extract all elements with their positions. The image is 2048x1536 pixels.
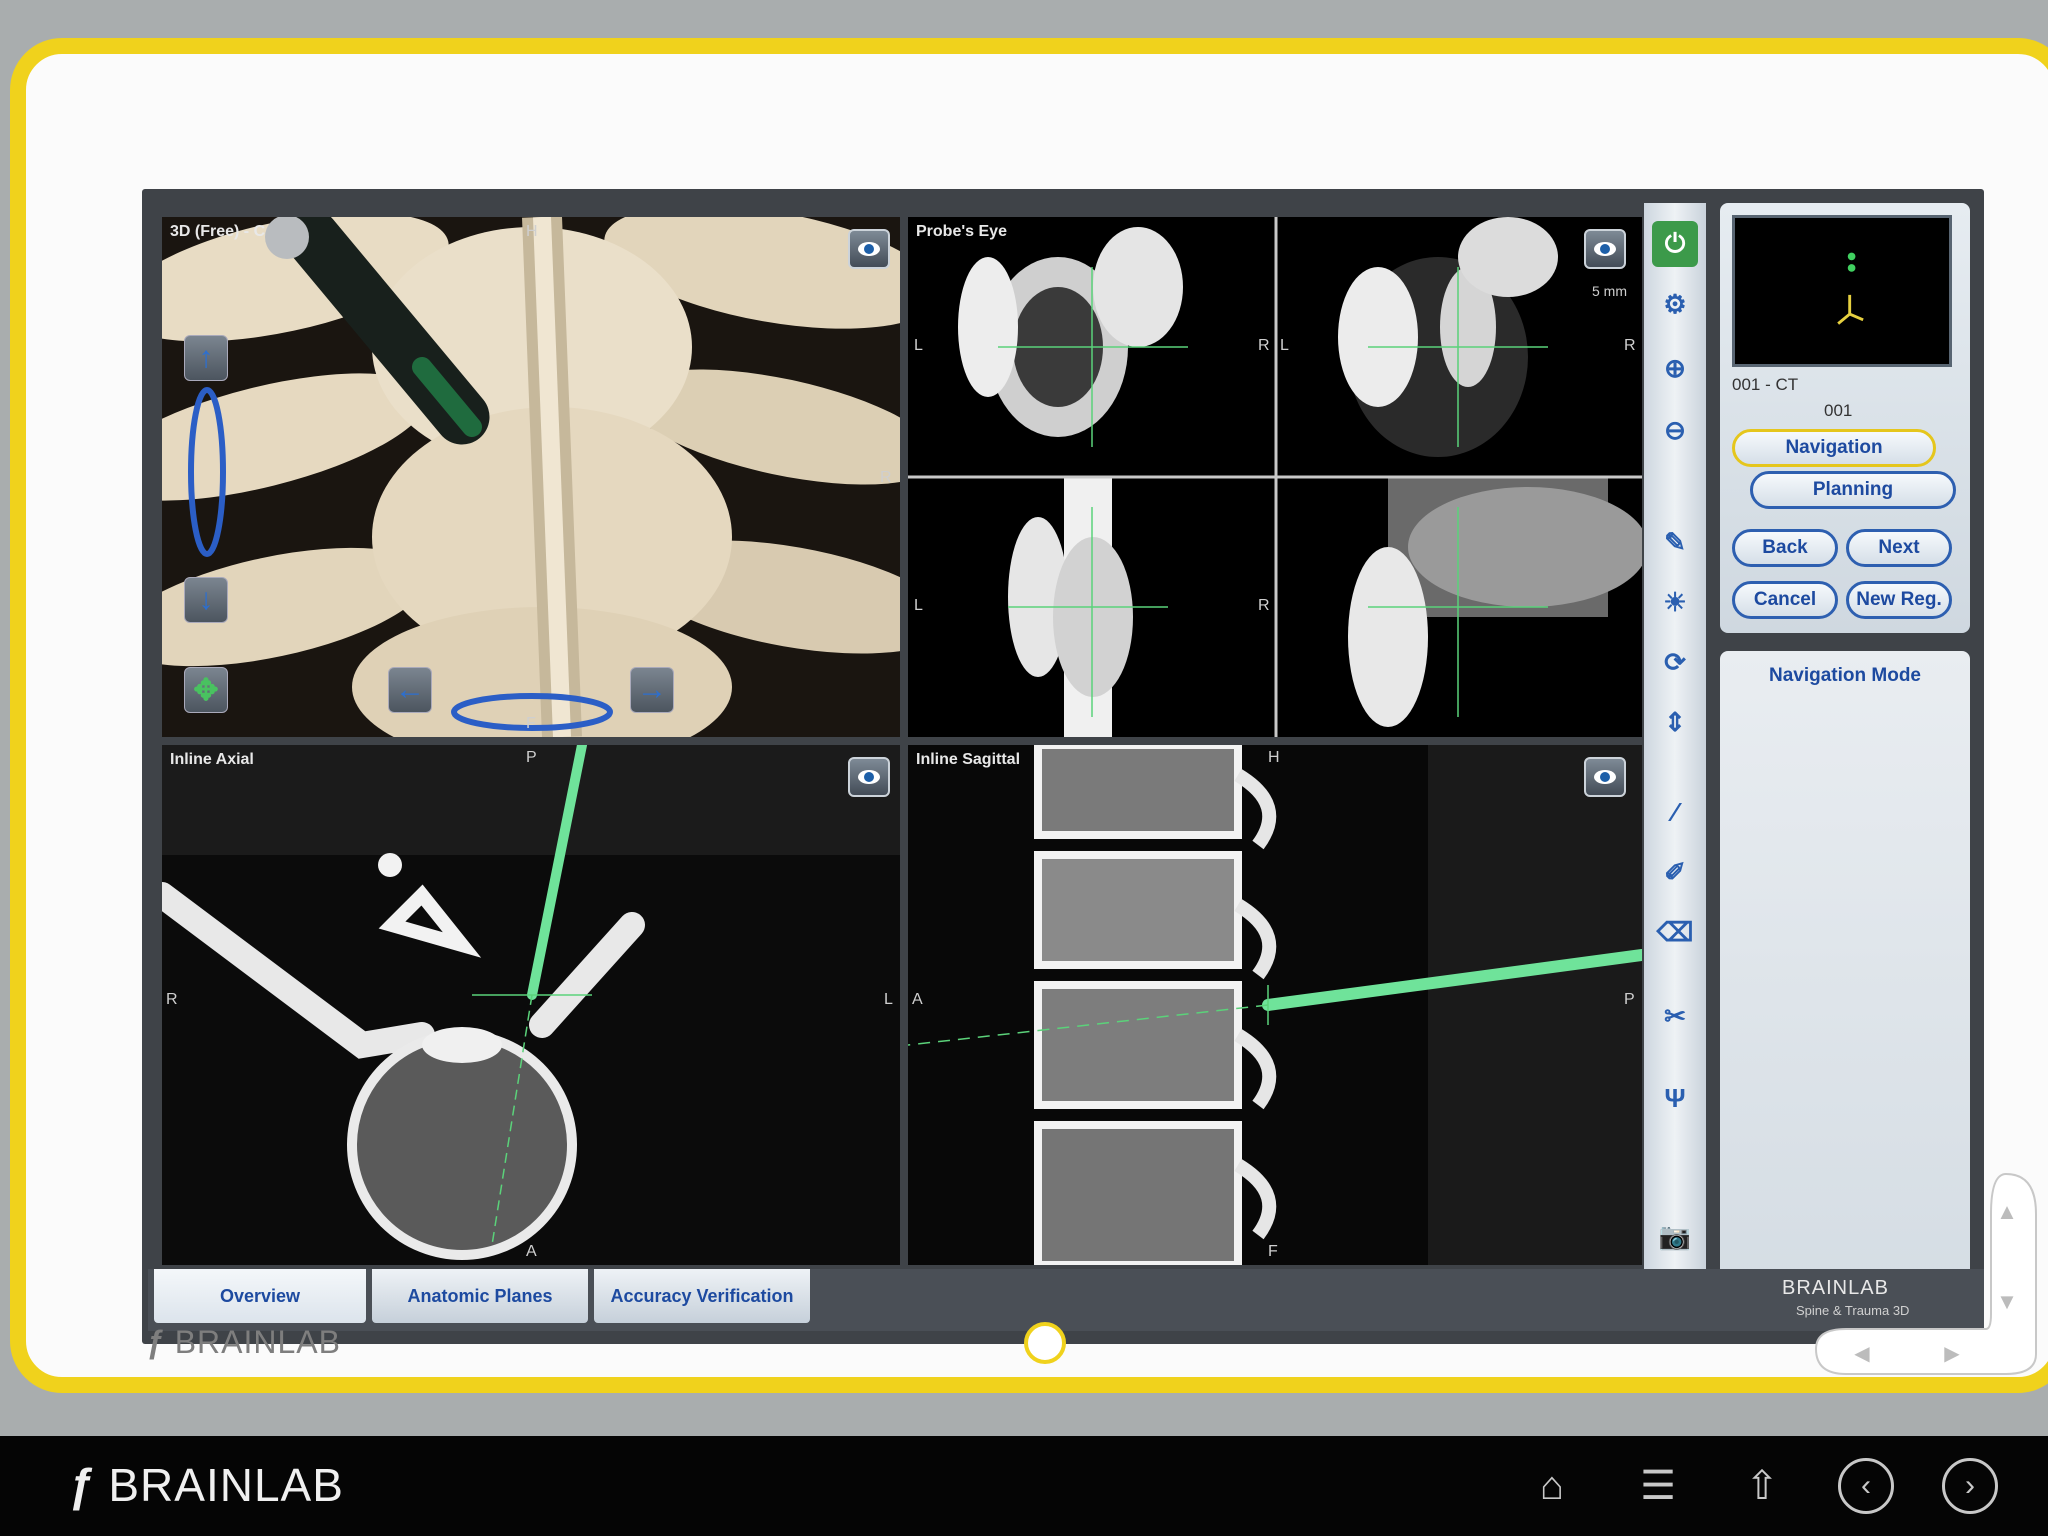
new-registration-button[interactable]: New Reg. (1846, 581, 1952, 619)
trajectory-icon[interactable]: ⇕ (1652, 699, 1698, 745)
view-options-eye-icon[interactable] (848, 229, 890, 269)
bezel-dpad[interactable]: ▲ ▼ ◀ ▶ (1806, 1154, 2046, 1384)
series-id: 001 (1824, 401, 1853, 420)
brightness-icon[interactable]: ☀ (1652, 579, 1698, 625)
axial-slice (162, 745, 900, 1265)
orient-p-sagittal: P (1624, 991, 1635, 1008)
sagittal-slice (908, 745, 1642, 1265)
orient-l-probe-3: L (914, 597, 923, 614)
cancel-button[interactable]: Cancel (1732, 581, 1838, 619)
navigation-screen: 3D (Free) - C H R F ↑ ↓ ← → ✥ Probe's Ey… (142, 189, 1984, 1344)
orient-a-axial: A (526, 1243, 537, 1260)
orient-r-3d: R (880, 469, 892, 486)
probe-tool-icon[interactable]: ✎ (1652, 519, 1698, 565)
sagittal-view-eye-icon[interactable] (1584, 757, 1626, 797)
orient-h-sagittal: H (1268, 749, 1280, 766)
reset-view-icon[interactable]: ✥ (184, 667, 228, 713)
menu-list-icon[interactable]: ☰ (1630, 1458, 1686, 1514)
brand-text: BRAINLAB (108, 1459, 344, 1511)
orient-f-3d: F (526, 715, 536, 732)
tab-accuracy-verification[interactable]: Accuracy Verification (594, 1269, 810, 1323)
orient-a-sagittal: A (912, 991, 923, 1008)
orient-p-axial: P (526, 749, 537, 766)
orient-r-probe: R (1258, 337, 1270, 354)
plan-icon[interactable]: Ψ (1652, 1075, 1698, 1121)
zoom-in-icon[interactable]: ⊕ (1652, 345, 1698, 391)
axial-view-eye-icon[interactable] (848, 757, 890, 797)
orient-f-sagittal: F (1268, 1243, 1278, 1260)
tool-column: ⏻ ⚙ ⊕ ⊖ ✎ ☀ ⟳ ⇕ ⁄ ✐ ⌫ ✂ Ψ 📷 (1644, 203, 1706, 1283)
bottom-bar: ƒ BRAINLAB ⌂ ☰ ⇧ ‹ › (0, 1436, 2048, 1536)
previous-icon[interactable]: ‹ (1838, 1458, 1894, 1514)
view-inline-sagittal-label: Inline Sagittal (916, 751, 1021, 768)
view-inline-axial-label: Inline Axial (170, 751, 254, 768)
navigation-button[interactable]: Navigation (1732, 429, 1936, 467)
orient-r-probe-2: R (1624, 337, 1636, 354)
orient-r-axial: R (166, 991, 178, 1008)
next-icon[interactable]: › (1942, 1458, 1998, 1514)
rotate-right-arrow-icon[interactable]: → (630, 667, 674, 713)
view-3d-label: 3D (Free) - C (170, 223, 266, 240)
rotate-icon[interactable]: ⟳ (1652, 639, 1698, 685)
bezel-brand-icon: ƒ (146, 1324, 165, 1360)
eraser-icon[interactable]: ⌫ (1652, 909, 1698, 955)
draw-icon[interactable]: ✐ (1652, 849, 1698, 895)
orient-l-axial: L (884, 991, 893, 1008)
minimap-probe-icon (1837, 252, 1864, 325)
tab-anatomic-planes[interactable]: Anatomic Planes (372, 1269, 588, 1323)
tab-overview[interactable]: Overview (154, 1269, 366, 1323)
up-arrow-icon[interactable]: ⇧ (1734, 1458, 1790, 1514)
view-3d[interactable]: 3D (Free) - C H R F ↑ ↓ ← → ✥ (162, 217, 900, 737)
power-icon[interactable]: ⏻ (1652, 221, 1698, 267)
control-panel: 001 - CT 001 Navigation Planning Back Ne… (1720, 203, 1970, 633)
svg-text:◀: ◀ (1854, 1343, 1870, 1365)
orient-h-3d: H (526, 223, 538, 240)
svg-text:▼: ▼ (1996, 1289, 2018, 1314)
mode-title: Navigation Mode (1768, 665, 1921, 686)
series-name: 001 - CT (1732, 375, 1799, 394)
planning-button[interactable]: Planning (1750, 471, 1956, 509)
tab-bar: Overview Anatomic Planes Accuracy Verifi… (148, 1269, 1984, 1331)
home-icon[interactable]: ⌂ (1524, 1458, 1580, 1514)
view-inline-axial[interactable]: Inline Axial P R L A (162, 745, 900, 1265)
back-button[interactable]: Back (1732, 529, 1838, 567)
brand-logo: ƒ BRAINLAB (68, 1458, 344, 1512)
slice-distance-label: 5 mm (1592, 283, 1627, 299)
3d-spine-render (162, 217, 900, 737)
rotate-left-arrow-icon[interactable]: ← (388, 667, 432, 713)
probe-view-eye-icon[interactable] (1584, 229, 1626, 269)
view-probes-eye-label: Probe's Eye (916, 223, 1007, 240)
zoom-out-icon[interactable]: ⊖ (1652, 407, 1698, 453)
rotate-down-arrow-icon[interactable]: ↓ (184, 577, 228, 623)
instrument-settings-icon[interactable]: ⚙ (1652, 281, 1698, 327)
screenshot-camera-icon[interactable]: 📷 (1652, 1213, 1698, 1259)
svg-text:▶: ▶ (1944, 1343, 1960, 1365)
bezel-brand-logo: ƒ BRAINLAB (146, 1324, 341, 1361)
instrument-icon[interactable]: ✂ (1652, 993, 1698, 1039)
orient-l-probe-2: L (1280, 337, 1289, 354)
device-frame: 3D (Free) - C H R F ↑ ↓ ← → ✥ Probe's Ey… (10, 38, 2048, 1393)
orient-r-probe-3: R (1258, 597, 1270, 614)
view-inline-sagittal[interactable]: Inline Sagittal H A P F (908, 745, 1642, 1265)
measure-icon[interactable]: ⁄ (1652, 789, 1698, 835)
home-button[interactable] (1024, 1322, 1066, 1364)
rotate-up-arrow-icon[interactable]: ↑ (184, 335, 228, 381)
probes-eye-slices (908, 217, 1642, 737)
brand-icon: ƒ (68, 1459, 95, 1511)
view-probes-eye[interactable]: Probe's Eye 5 mm L R L R L R (908, 217, 1642, 737)
orient-l-probe: L (914, 337, 923, 354)
probe-minimap (1732, 215, 1952, 367)
bezel-brand-text: BRAINLAB (174, 1324, 341, 1360)
svg-text:▲: ▲ (1996, 1199, 2018, 1224)
next-button[interactable]: Next (1846, 529, 1952, 567)
